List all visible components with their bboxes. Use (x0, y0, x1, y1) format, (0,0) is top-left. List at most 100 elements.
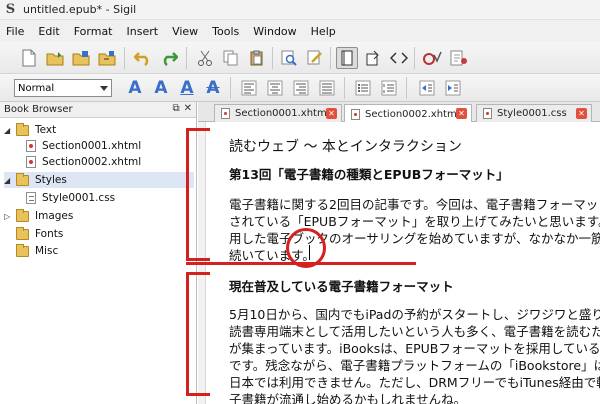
metadata-editor-icon[interactable] (448, 47, 470, 69)
tree-file-label: Section0002.xhtml (42, 156, 142, 168)
menu-format[interactable]: Format (74, 25, 113, 38)
tab-label: Section0002.xhtml (365, 108, 460, 120)
xhtml-file-icon (26, 156, 36, 168)
book-view-icon[interactable] (336, 47, 358, 69)
folder-icon (16, 243, 29, 257)
tree-file-section0001[interactable]: Section0001.xhtml (26, 138, 194, 154)
save-as-icon[interactable] (96, 47, 118, 69)
menu-help[interactable]: Help (311, 25, 336, 38)
annotation-bracket-top (186, 128, 210, 261)
menu-bar: File Edit Format Insert View Tools Windo… (0, 20, 600, 42)
numbered-list-icon[interactable] (378, 77, 400, 99)
tree-folder-text[interactable]: ◢ Text (4, 122, 194, 138)
book-browser-header: Book Browser ⧉ ✕ (0, 102, 196, 118)
text-style-a-underline-icon[interactable]: A (176, 77, 198, 99)
tree-folder-styles[interactable]: ◢ Styles (4, 172, 194, 188)
expanded-arrow-icon[interactable]: ◢ (4, 176, 13, 185)
tab-style0001[interactable]: Style0001.css ✕ (476, 104, 592, 122)
book-browser-title: Book Browser (4, 104, 73, 115)
text-style-a-icon[interactable]: A (124, 77, 146, 99)
decrease-indent-icon[interactable] (416, 77, 438, 99)
toolbar-separator (344, 77, 345, 99)
menu-edit[interactable]: Edit (38, 25, 59, 38)
expanded-arrow-icon[interactable]: ◢ (4, 126, 13, 135)
float-panel-icon[interactable]: ⧉ (172, 103, 179, 114)
xhtml-file-icon (221, 108, 230, 119)
tree-folder-label: Images (35, 210, 74, 222)
open-file-icon[interactable] (44, 47, 66, 69)
menu-insert[interactable]: Insert (127, 25, 159, 38)
tree-file-style0001[interactable]: Style0001.css (26, 190, 194, 206)
xhtml-file-icon (26, 140, 36, 152)
toolbar-separator (406, 77, 407, 99)
folder-icon (16, 122, 29, 136)
main-toolbar (0, 42, 600, 74)
tree-file-label: Section0001.xhtml (42, 140, 142, 152)
tree-file-label: Style0001.css (42, 192, 116, 204)
tree-folder-label: Styles (35, 174, 67, 186)
close-panel-icon[interactable]: ✕ (184, 103, 192, 114)
tree-file-section0002[interactable]: Section0002.xhtml (26, 154, 194, 170)
annotation-circle (286, 228, 326, 268)
title-bar: S untitled.epub* - Sigil (0, 0, 600, 20)
toolbar-separator (272, 47, 273, 69)
split-view-icon[interactable] (362, 47, 384, 69)
tab-section0002[interactable]: Section0002.xhtml ✕ (344, 104, 472, 123)
tree-folder-label: Fonts (35, 228, 64, 240)
chevron-down-icon (100, 86, 108, 91)
paste-icon[interactable] (246, 47, 268, 69)
align-justify-icon[interactable] (316, 77, 338, 99)
text-style-a-strike-icon[interactable]: A (202, 77, 224, 99)
editor-tab-bar: Section0001.xhtml ✕ Section0002.xhtml ✕ … (198, 102, 600, 123)
undo-icon[interactable] (132, 47, 154, 69)
folder-icon (16, 172, 29, 186)
menu-window[interactable]: Window (253, 25, 296, 38)
bullet-list-icon[interactable] (352, 77, 374, 99)
text-style-a-bold-icon[interactable]: A (150, 77, 172, 99)
collapsed-arrow-icon[interactable]: ▷ (4, 212, 13, 221)
redo-icon[interactable] (158, 47, 180, 69)
document-subheading: 第13回「電子書籍の種類とEPUBフォーマット」 (229, 167, 509, 182)
close-tab-icon[interactable]: ✕ (326, 108, 337, 119)
tree-folder-misc[interactable]: Misc (4, 243, 194, 259)
document-heading: 読むウェブ 〜 本とインタラクション (229, 139, 462, 155)
paragraph-line: 子書籍が流通し始めるかもしれませんね。 (229, 392, 467, 404)
save-icon[interactable] (70, 47, 92, 69)
css-file-icon (483, 108, 492, 119)
copy-icon[interactable] (220, 47, 242, 69)
increase-indent-icon[interactable] (442, 77, 464, 99)
menu-view[interactable]: View (172, 25, 198, 38)
tree-folder-label: Text (35, 124, 57, 136)
css-file-icon (26, 192, 36, 204)
toolbar-separator (330, 47, 331, 69)
folder-icon (16, 208, 29, 222)
close-tab-icon[interactable]: ✕ (576, 108, 587, 119)
menu-file[interactable]: File (6, 25, 24, 38)
tree-folder-images[interactable]: ▷ Images (4, 208, 194, 224)
find-replace-icon[interactable] (278, 47, 300, 69)
align-center-icon[interactable] (264, 77, 286, 99)
tab-label: Section0001.xhtml (235, 108, 330, 119)
heading-style-select[interactable]: Normal (14, 79, 112, 97)
toolbar-separator (414, 47, 415, 69)
close-tab-icon[interactable]: ✕ (456, 108, 467, 119)
annotation-bracket-bottom (186, 272, 210, 396)
tree-folder-label: Misc (35, 245, 59, 257)
toolbar-separator (124, 47, 125, 69)
code-view-icon[interactable] (388, 47, 410, 69)
menu-tools[interactable]: Tools (212, 25, 239, 38)
window-title: untitled.epub* - Sigil (23, 3, 137, 16)
toolbar-separator (186, 47, 187, 69)
tab-section0001[interactable]: Section0001.xhtml ✕ (214, 104, 342, 122)
tree-folder-fonts[interactable]: Fonts (4, 226, 194, 242)
spellcheck-icon[interactable] (304, 47, 326, 69)
tab-label: Style0001.css (497, 108, 567, 119)
validate-epub-icon[interactable] (422, 47, 444, 69)
book-browser-panel: Book Browser ⧉ ✕ ◢ Text Section0001.xhtm… (0, 102, 197, 404)
align-right-icon[interactable] (290, 77, 312, 99)
align-left-icon[interactable] (238, 77, 260, 99)
cut-icon[interactable] (194, 47, 216, 69)
new-file-icon[interactable] (18, 47, 40, 69)
section-heading: 現在普及している電子書籍フォーマット (229, 279, 454, 294)
folder-icon (16, 226, 29, 240)
